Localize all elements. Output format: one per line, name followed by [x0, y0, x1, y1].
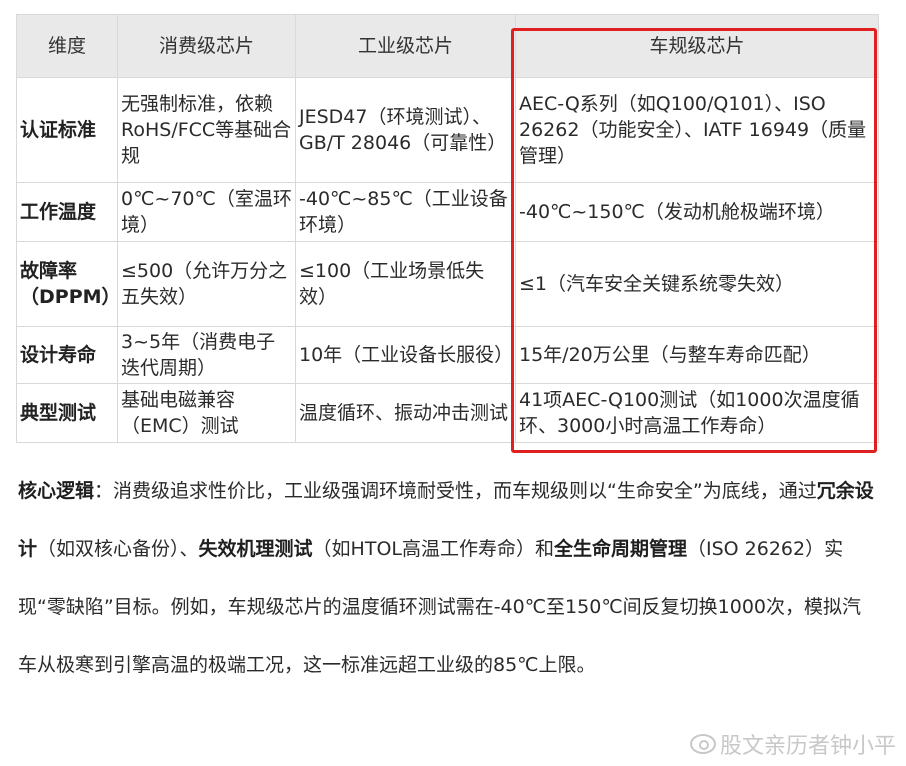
- table-row: 工作温度 0℃~70℃（室温环境） -40℃~85℃（工业设备环境） -40℃~…: [16, 182, 879, 242]
- row-header: 认证标准: [16, 77, 118, 183]
- paragraph-lead: 核心逻辑: [18, 480, 95, 502]
- paragraph-text: ：消费级追求性价比，工业级强调环境耐受性，而车规级则以“生命安全”为底线，通过: [94, 480, 817, 502]
- header-dimension: 维度: [16, 14, 118, 78]
- header-consumer: 消费级芯片: [117, 14, 296, 78]
- table-cell: 温度循环、振动冲击测试: [295, 383, 516, 443]
- term-failure-test: 失效机理测试: [198, 538, 313, 560]
- table-row: 设计寿命 3~5年（消费电子迭代周期） 10年（工业设备长服役） 15年/20万…: [16, 326, 879, 384]
- row-header: 典型测试: [16, 383, 118, 443]
- table-cell: AEC-Q系列（如Q100/Q101）、ISO 26262（功能安全）、IATF…: [515, 77, 879, 183]
- table-cell: 41项AEC-Q100测试（如1000次温度循环、3000小时高温工作寿命）: [515, 383, 879, 443]
- table-cell: -40℃~85℃（工业设备环境）: [295, 182, 516, 242]
- table-cell: 3~5年（消费电子迭代周期）: [117, 326, 296, 384]
- table-cell: ≤100（工业场景低失效）: [295, 241, 516, 327]
- watermark-text: 股文亲历者钟小平: [719, 734, 896, 759]
- table-cell: 0℃~70℃（室温环境）: [117, 182, 296, 242]
- table-cell: 无强制标准，依赖RoHS/FCC等基础合规: [117, 77, 296, 183]
- table-row: 故障率（DPPM） ≤500（允许万分之五失效） ≤100（工业场景低失效） ≤…: [16, 241, 879, 327]
- table-cell: 基础电磁兼容（EMC）测试: [117, 383, 296, 443]
- row-header: 设计寿命: [16, 326, 118, 384]
- table-cell: ≤500（允许万分之五失效）: [117, 241, 296, 327]
- watermark: 股文亲历者钟小平: [689, 728, 896, 760]
- row-header: 工作温度: [16, 182, 118, 242]
- table-cell: JESD47（环境测试）、GB/T 28046（可靠性）: [295, 77, 516, 183]
- table-row: 典型测试 基础电磁兼容（EMC）测试 温度循环、振动冲击测试 41项AEC-Q1…: [16, 383, 879, 443]
- header-industrial: 工业级芯片: [295, 14, 516, 78]
- table-cell: 10年（工业设备长服役）: [295, 326, 516, 384]
- table-cell: -40℃~150℃（发动机舱极端环境）: [515, 182, 879, 242]
- table-row: 认证标准 无强制标准，依赖RoHS/FCC等基础合规 JESD47（环境测试）、…: [16, 77, 879, 183]
- paragraph-text: （如HTOL高温工作寿命）和: [312, 538, 554, 560]
- table-header-row: 维度 消费级芯片 工业级芯片 车规级芯片: [16, 14, 879, 78]
- term-lifecycle: 全生命周期管理: [553, 538, 687, 560]
- row-header: 故障率（DPPM）: [16, 241, 118, 327]
- core-logic-paragraph: 核心逻辑：消费级追求性价比，工业级强调环境耐受性，而车规级则以“生命安全”为底线…: [18, 462, 878, 694]
- comparison-table: 维度 消费级芯片 工业级芯片 车规级芯片 认证标准 无强制标准，依赖RoHS/F…: [16, 14, 879, 443]
- weibo-icon: [689, 734, 716, 754]
- table-cell: 15年/20万公里（与整车寿命匹配）: [515, 326, 879, 384]
- header-automotive: 车规级芯片: [515, 14, 879, 78]
- table-cell: ≤1（汽车安全关键系统零失效）: [515, 241, 879, 327]
- paragraph-text: （如双核心备份）、: [37, 538, 199, 560]
